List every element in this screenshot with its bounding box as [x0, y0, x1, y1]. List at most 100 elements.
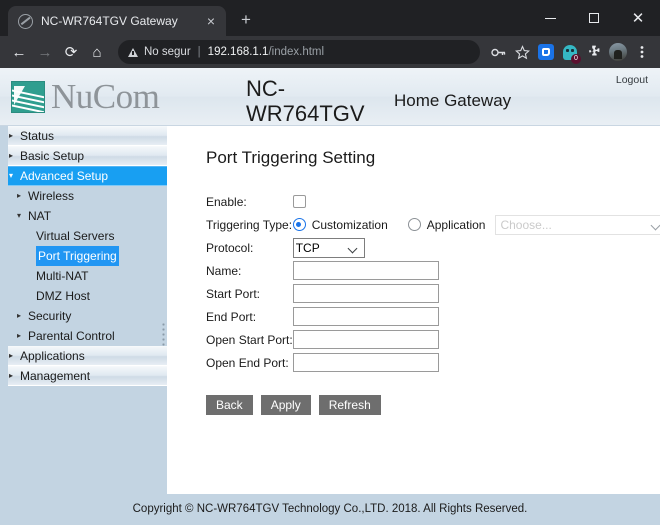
- end-port-cell: [292, 305, 660, 328]
- maximize-icon[interactable]: [572, 0, 616, 36]
- protocol-select[interactable]: TCP: [292, 237, 365, 258]
- open-start-port-cell: [292, 328, 660, 351]
- grammarly-extension-icon[interactable]: [534, 40, 558, 64]
- star-icon[interactable]: [510, 40, 534, 64]
- sidebar-item-label: Security: [28, 309, 72, 323]
- tab-title: NC-WR764TGV Gateway: [41, 14, 178, 28]
- browser-toolbar: ← → ⟳ ⌂ No segur | 192.168.1.1 /index.ht…: [0, 36, 660, 68]
- sidebar-item-label: NAT: [28, 209, 52, 223]
- kebab-menu-icon[interactable]: [630, 40, 654, 64]
- sidebar-item-label: Wireless: [28, 189, 75, 203]
- open-end-port-input[interactable]: [292, 353, 439, 372]
- tab-strip: NC-WR764TGV Gateway × + ✕: [0, 0, 660, 36]
- sidebar-item-label: Status: [20, 129, 55, 143]
- globe-icon: [18, 13, 33, 29]
- open-start-port-input[interactable]: [292, 330, 439, 349]
- sidebar-item-virtual-servers[interactable]: Virtual Servers: [0, 226, 167, 246]
- sidebar-item-applications[interactable]: ▸ Applications: [0, 346, 167, 366]
- open-start-port-label: Open Start Port:: [206, 332, 293, 347]
- chevron-down-icon: ▾: [17, 211, 22, 220]
- protocol-cell: TCP: [292, 236, 660, 259]
- form-row-start-port: Start Port:: [206, 282, 660, 305]
- chevron-right-icon: ▸: [17, 311, 22, 320]
- main-content: Port Triggering Setting Enable: Triggeri…: [168, 126, 660, 494]
- port-triggering-form: Enable: Triggering Type: Customization A…: [206, 190, 660, 374]
- sidebar-item-nat[interactable]: ▾ NAT: [0, 206, 167, 226]
- sidebar-item-port-triggering[interactable]: Port Triggering: [0, 246, 167, 266]
- toolbar-icons: 0: [486, 40, 654, 64]
- home-icon[interactable]: ⌂: [84, 39, 110, 65]
- ghostery-badge-count: 0: [571, 54, 581, 64]
- nucom-logo-icon: [11, 81, 45, 113]
- sidebar-item-basic-setup[interactable]: ▸ Basic Setup: [0, 146, 167, 166]
- back-button[interactable]: Back: [206, 395, 253, 415]
- product-name: Home Gateway: [394, 91, 512, 110]
- sidebar-resize-handle[interactable]: [162, 322, 165, 348]
- model-number: NC-WR764TGV: [246, 76, 365, 126]
- router-header: NuCom NC-WR764TGV Home Gateway Logout: [0, 68, 660, 126]
- sidebar-item-status[interactable]: ▸ Status: [0, 126, 167, 146]
- logout-link[interactable]: Logout: [616, 74, 648, 86]
- browser-window: NC-WR764TGV Gateway × + ✕ ← → ⟳ ⌂ No seg…: [0, 0, 660, 525]
- form-row-name: Name:: [206, 259, 660, 282]
- brand-name: NuCom: [51, 77, 160, 116]
- end-port-input[interactable]: [292, 307, 439, 326]
- sidebar-item-label: DMZ Host: [36, 289, 90, 303]
- avatar[interactable]: [606, 40, 630, 64]
- new-tab-button[interactable]: +: [232, 6, 260, 34]
- refresh-button[interactable]: Refresh: [318, 395, 381, 415]
- sidebar-item-management[interactable]: ▸ Management: [0, 366, 167, 386]
- sidebar-item-label: Applications: [20, 349, 85, 363]
- key-icon[interactable]: [486, 40, 510, 64]
- triggering-type-label: Triggering Type:: [206, 217, 293, 232]
- application-select[interactable]: Choose...: [495, 214, 660, 235]
- address-bar[interactable]: No segur | 192.168.1.1 /index.html: [118, 40, 480, 64]
- puzzle-icon[interactable]: [582, 40, 606, 64]
- sidebar-item-label: Multi-NAT: [36, 269, 89, 283]
- enable-cell: [292, 190, 660, 213]
- reload-icon[interactable]: ⟳: [58, 39, 84, 65]
- application-select-wrapper: Choose...: [495, 214, 660, 235]
- sidebar-item-advanced-setup[interactable]: ▾ Advanced Setup: [0, 166, 167, 186]
- router-admin-page: NuCom NC-WR764TGV Home Gateway Logout ▸ …: [0, 68, 660, 525]
- sidebar-item-label: Advanced Setup: [20, 169, 109, 183]
- sidebar-item-wireless[interactable]: ▸ Wireless: [0, 186, 167, 206]
- sidebar-nav: ▸ Status ▸ Basic Setup ▾ Advanced Setup …: [0, 126, 168, 494]
- start-port-input[interactable]: [292, 284, 439, 303]
- name-label: Name:: [206, 263, 242, 278]
- forward-icon[interactable]: →: [32, 39, 58, 65]
- chevron-right-icon: ▸: [17, 191, 22, 200]
- ghostery-extension-icon[interactable]: 0: [558, 40, 582, 64]
- sidebar-item-parental-control[interactable]: ▸ Parental Control: [0, 326, 167, 346]
- chevron-right-icon: ▸: [9, 371, 14, 380]
- sidebar-item-security[interactable]: ▸ Security: [0, 306, 167, 326]
- end-port-label: End Port:: [206, 309, 257, 324]
- back-icon[interactable]: ←: [6, 39, 32, 65]
- apply-button[interactable]: Apply: [260, 395, 311, 415]
- open-end-port-label: Open End Port:: [206, 355, 289, 370]
- form-row-end-port: End Port:: [206, 305, 660, 328]
- url-host: 192.168.1.1: [207, 46, 269, 58]
- chevron-right-icon: ▸: [17, 331, 22, 340]
- sidebar-item-label: Port Triggering: [36, 246, 119, 266]
- sidebar-item-dmz-host[interactable]: DMZ Host: [0, 286, 167, 306]
- browser-tab[interactable]: NC-WR764TGV Gateway ×: [8, 6, 226, 36]
- protocol-select-wrapper: TCP: [292, 237, 365, 258]
- open-end-port-cell: [292, 351, 660, 374]
- sidebar-item-multi-nat[interactable]: Multi-NAT: [0, 266, 167, 286]
- chevron-right-icon: ▸: [9, 151, 14, 160]
- form-row-triggering-type: Triggering Type: Customization Applicati…: [206, 213, 660, 236]
- radio-application[interactable]: [407, 218, 421, 231]
- minimize-icon[interactable]: [528, 0, 572, 36]
- radio-customization[interactable]: [292, 218, 306, 231]
- triggering-type-cell: Customization Application Choose...: [292, 213, 660, 236]
- name-input[interactable]: [292, 261, 439, 280]
- form-actions: Back Apply Refresh: [206, 395, 660, 415]
- chevron-down-icon: ▾: [9, 171, 14, 180]
- enable-checkbox[interactable]: [292, 194, 306, 208]
- close-icon[interactable]: ×: [202, 12, 220, 30]
- close-icon[interactable]: ✕: [616, 0, 660, 36]
- brand-logo: NuCom: [11, 77, 160, 116]
- page-body: ▸ Status ▸ Basic Setup ▾ Advanced Setup …: [0, 126, 660, 494]
- form-row-open-end-port: Open End Port:: [206, 351, 660, 374]
